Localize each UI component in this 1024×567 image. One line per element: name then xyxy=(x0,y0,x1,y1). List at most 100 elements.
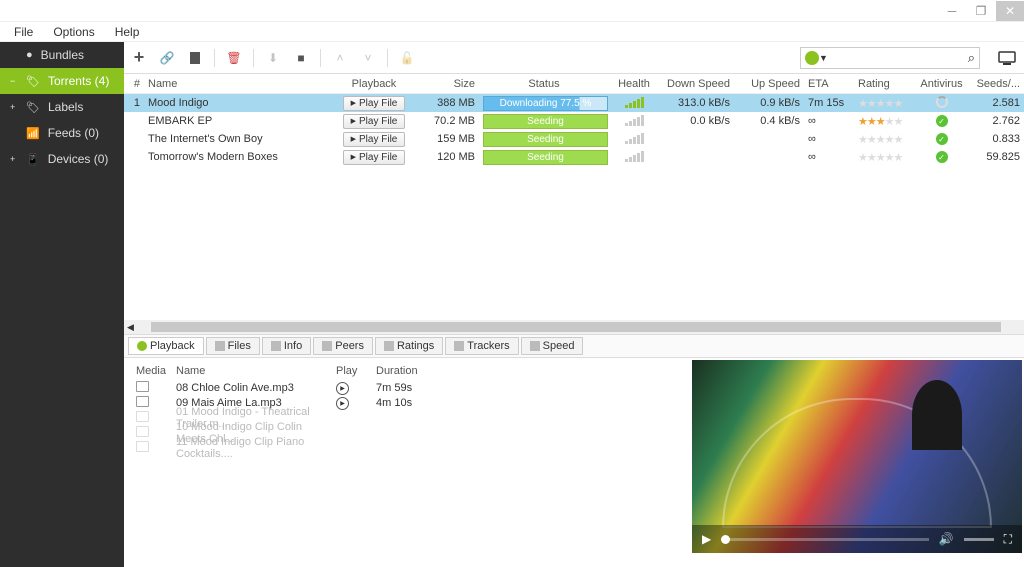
move-up-icon[interactable]: ˄ xyxy=(331,49,349,67)
tab-icon xyxy=(271,341,281,351)
toolbar: + 🔗 🗑 ⬇ ■ ˄ ˅ 🔓 ▼ ⌕ xyxy=(124,42,1024,74)
tab-info[interactable]: Info xyxy=(262,337,311,355)
rating-stars[interactable]: ★★★★★ xyxy=(854,115,914,128)
sidebar: ●Bundles−🏷Torrents (4)+🏷Labels📶Feeds (0)… xyxy=(0,42,124,567)
play-file-button[interactable]: Play File xyxy=(343,96,405,111)
video-file-icon xyxy=(136,411,149,422)
sidebar-item-feeds-[interactable]: 📶 Feeds (0) xyxy=(0,120,124,146)
fcol-play[interactable]: Play xyxy=(332,365,372,377)
volume-icon[interactable]: 🔊 xyxy=(939,532,954,546)
play-file-button[interactable]: Play File xyxy=(343,114,405,129)
menu-file[interactable]: File xyxy=(6,23,41,41)
sidebar-item-torrents-[interactable]: −🏷Torrents (4) xyxy=(0,68,124,94)
tab-files[interactable]: Files xyxy=(206,337,260,355)
file-list: Media Name Play Duration 08 Chloe Colin … xyxy=(124,358,692,567)
sidebar-item-bundles[interactable]: ● Bundles xyxy=(0,42,124,68)
add-torrent-icon[interactable]: + xyxy=(130,49,148,67)
torrent-row[interactable]: EMBARK EPPlay File70.2 MBSeeding0.0 kB/s… xyxy=(124,112,1024,130)
stop-icon[interactable]: ■ xyxy=(292,49,310,67)
video-preview[interactable]: ▶ 🔊 ⛶ xyxy=(692,360,1022,553)
video-play-icon[interactable]: ▶ xyxy=(702,532,711,546)
sidebar-icon: ● xyxy=(26,49,33,61)
col-seeds[interactable]: Seeds/... xyxy=(969,78,1024,90)
play-file-button[interactable]: Play File xyxy=(343,132,405,147)
play-icon[interactable]: ▶ xyxy=(336,397,349,410)
health-bars-icon xyxy=(625,114,644,126)
col-up[interactable]: Up Speed xyxy=(734,78,804,90)
search-icon[interactable]: ⌕ xyxy=(968,50,975,66)
menu-help[interactable]: Help xyxy=(107,23,148,41)
col-status[interactable]: Status xyxy=(479,78,609,90)
status-bar: Seeding xyxy=(483,114,608,129)
video-controls: ▶ 🔊 ⛶ xyxy=(692,525,1022,553)
menu-options[interactable]: Options xyxy=(45,23,102,41)
tab-peers[interactable]: Peers xyxy=(313,337,373,355)
start-icon[interactable]: ⬇ xyxy=(264,49,282,67)
minimize-button[interactable]: ─ xyxy=(938,1,966,21)
volume-slider[interactable] xyxy=(964,538,994,541)
play-file-button[interactable]: Play File xyxy=(343,150,405,165)
col-health[interactable]: Health xyxy=(609,78,659,90)
sidebar-label: Feeds (0) xyxy=(48,126,99,140)
sidebar-label: Torrents (4) xyxy=(48,74,109,88)
fcol-name[interactable]: Name xyxy=(172,365,332,377)
file-row[interactable]: 11 Mood Indigo Clip Piano Cocktails.... xyxy=(132,440,684,455)
status-bar: Seeding xyxy=(483,150,608,165)
sidebar-item-labels[interactable]: +🏷Labels xyxy=(0,94,124,120)
torrent-row[interactable]: Tomorrow's Modern BoxesPlay File120 MBSe… xyxy=(124,148,1024,166)
tab-speed[interactable]: Speed xyxy=(521,337,584,355)
sidebar-icon: 📶 xyxy=(26,127,40,140)
video-progress[interactable] xyxy=(721,538,928,541)
play-icon[interactable]: ▶ xyxy=(336,382,349,395)
audio-file-icon xyxy=(136,381,149,392)
tab-icon xyxy=(384,341,394,351)
col-name[interactable]: Name xyxy=(144,78,334,90)
sidebar-icon: 🏷 xyxy=(26,101,40,114)
health-bars-icon xyxy=(625,132,644,144)
col-num[interactable]: # xyxy=(124,78,144,90)
tab-icon xyxy=(454,341,464,351)
rating-stars[interactable]: ★★★★★ xyxy=(854,133,914,146)
rating-stars[interactable]: ★★★★★ xyxy=(854,97,914,110)
add-url-icon[interactable]: 🔗 xyxy=(158,49,176,67)
torrent-row[interactable]: The Internet's Own BoyPlay File159 MBSee… xyxy=(124,130,1024,148)
health-bars-icon xyxy=(625,96,644,108)
col-down[interactable]: Down Speed xyxy=(659,78,734,90)
video-file-icon xyxy=(136,426,149,437)
col-eta[interactable]: ETA xyxy=(804,78,854,90)
move-down-icon[interactable]: ˅ xyxy=(359,49,377,67)
search-box[interactable]: ▼ ⌕ xyxy=(800,47,980,69)
maximize-button[interactable]: ❐ xyxy=(967,1,995,21)
sidebar-label: Bundles xyxy=(41,48,84,62)
rating-stars[interactable]: ★★★★★ xyxy=(854,151,914,164)
tab-trackers[interactable]: Trackers xyxy=(445,337,518,355)
fcol-duration[interactable]: Duration xyxy=(372,365,452,377)
delete-icon[interactable]: 🗑 xyxy=(225,49,243,67)
tab-playback[interactable]: Playback xyxy=(128,337,204,355)
antivirus-ok-icon: ✓ xyxy=(936,133,948,145)
create-torrent-icon[interactable] xyxy=(186,49,204,67)
col-playback[interactable]: Playback xyxy=(334,78,414,90)
torrent-list: # Name Playback Size Status Health Down … xyxy=(124,74,1024,334)
sidebar-label: Devices (0) xyxy=(48,152,109,166)
status-bar: Seeding xyxy=(483,132,608,147)
video-file-icon xyxy=(136,441,149,452)
torrent-row[interactable]: 1Mood IndigoPlay File388 MBDownloading 7… xyxy=(124,94,1024,112)
column-headers[interactable]: # Name Playback Size Status Health Down … xyxy=(124,74,1024,94)
file-row[interactable]: 08 Chloe Colin Ave.mp3▶7m 59s xyxy=(132,380,684,395)
col-size[interactable]: Size xyxy=(414,78,479,90)
col-antivirus[interactable]: Antivirus xyxy=(914,78,969,90)
unlock-icon[interactable]: 🔓 xyxy=(398,49,416,67)
tab-ratings[interactable]: Ratings xyxy=(375,337,443,355)
close-button[interactable]: ✕ xyxy=(996,1,1024,21)
sidebar-item-devices-[interactable]: +📱Devices (0) xyxy=(0,146,124,172)
horizontal-scrollbar[interactable]: ◀ xyxy=(124,320,1024,334)
sidebar-label: Labels xyxy=(48,100,83,114)
menubar: File Options Help xyxy=(0,22,1024,42)
fullscreen-icon[interactable]: ⛶ xyxy=(1004,532,1012,547)
audio-file-icon xyxy=(136,396,149,407)
fcol-media[interactable]: Media xyxy=(132,365,172,377)
col-rating[interactable]: Rating xyxy=(854,78,914,90)
tab-icon xyxy=(215,341,225,351)
remote-icon[interactable] xyxy=(996,47,1018,69)
